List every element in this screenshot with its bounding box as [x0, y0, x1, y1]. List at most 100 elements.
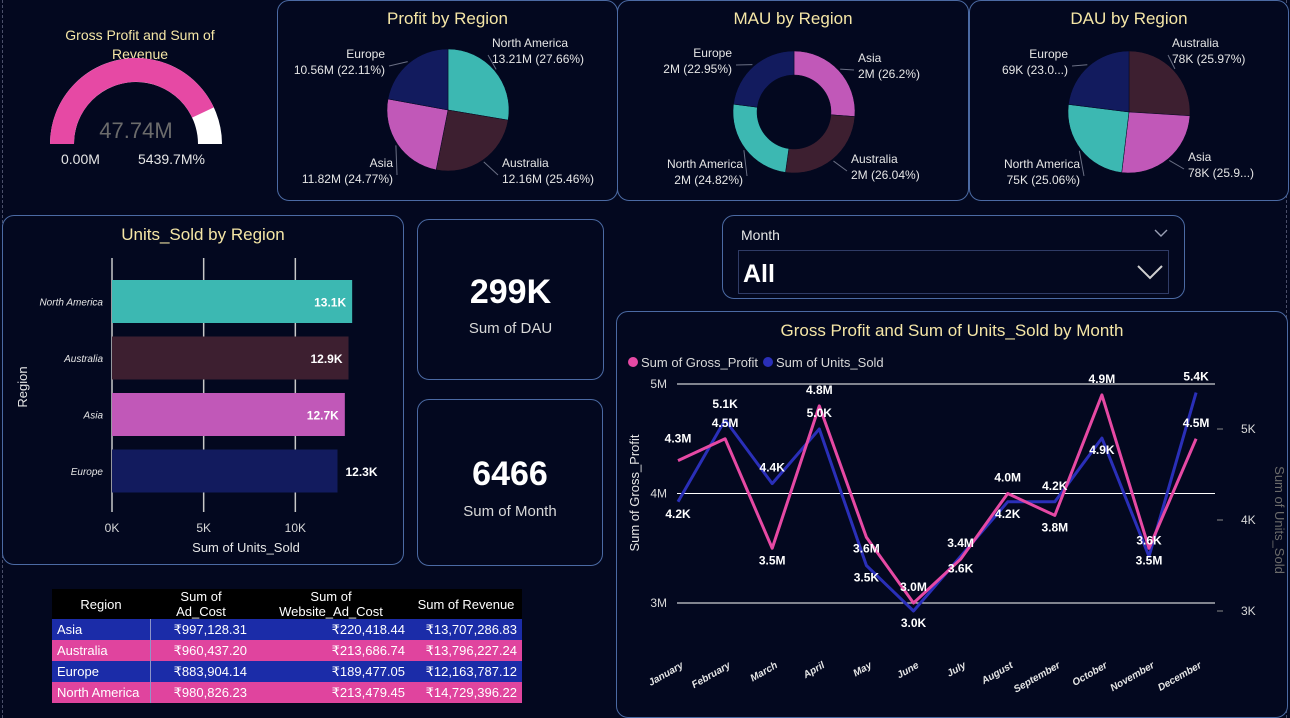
line-left-tick-label: 4M — [650, 487, 667, 501]
pie-slice[interactable] — [733, 50, 795, 108]
bar[interactable] — [112, 449, 338, 493]
line-x-tick-label: November — [1109, 660, 1158, 695]
table-cell-ad-cost: ₹883,904.14 — [173, 663, 247, 679]
line-right-tick-label: 4K — [1241, 513, 1256, 527]
line-x-tick-label: August — [979, 660, 1016, 688]
bar-category-label: Europe — [71, 467, 104, 478]
pie-slice[interactable] — [435, 109, 509, 172]
pie-slice-value-label: 78K (25.97%) — [1172, 52, 1245, 66]
table-cell-website-ad-cost: ₹213,479.45 — [331, 684, 405, 700]
pie-slice[interactable] — [785, 114, 856, 174]
pie-slice-label: Europe — [346, 47, 385, 61]
line-x-tick-label: June — [895, 660, 921, 681]
pie-slice-value-label: 10.56M (22.11%) — [294, 63, 385, 77]
dau-by-region-card[interactable]: DAU by Region Australia 78K (25.97%) Asia 7… — [969, 0, 1289, 201]
pie-leader-line — [1071, 64, 1088, 67]
table-row[interactable]: Asia ₹997,128.31 ₹220,418.44 ₹13,707,286… — [52, 619, 522, 640]
line-data-label: 3.5M — [1136, 553, 1163, 567]
line-data-label: 3.6K — [948, 561, 974, 575]
line-left-axis-title: Sum of Gross_Profit — [627, 434, 642, 551]
gauge-min-label: 0.00M — [61, 151, 100, 167]
pie-slice-value-label: 2M (24.82%) — [674, 173, 743, 187]
gauge-visual[interactable]: Gross Profit and Sum of Revenue 47.74M 0… — [40, 20, 240, 180]
line-series[interactable] — [676, 392, 1198, 613]
pie-slice[interactable] — [387, 48, 449, 111]
line-data-label: 4.0M — [994, 471, 1021, 485]
bar-y-axis-title: Region — [15, 366, 30, 407]
line-data-label: 5.4K — [1183, 370, 1209, 384]
line-data-label: 4.2K — [995, 507, 1021, 521]
line-x-tick-label: September — [1012, 660, 1063, 696]
line-data-label: 4.5M — [712, 416, 739, 430]
line-data-label: 3.0M — [900, 580, 927, 594]
table-cell-revenue: ₹14,729,396.22 — [425, 684, 517, 700]
column-header-revenue[interactable]: Sum of Revenue — [410, 589, 522, 619]
monthly-line-chart-card[interactable]: Gross Profit and Sum of Units_Sold by Mo… — [616, 311, 1288, 718]
pie-slice[interactable] — [1068, 50, 1130, 113]
month-dropdown[interactable]: All — [738, 250, 1169, 294]
table-cell-revenue: ₹13,796,227.24 — [425, 642, 517, 658]
mau-by-region-card[interactable]: MAU by Region Asia 2M (26.2%) Australia 2M … — [617, 0, 969, 201]
line-x-tick-label: January — [647, 660, 686, 689]
bar-x-tick-label: 10K — [285, 521, 306, 535]
pie-leader-line — [833, 160, 848, 172]
line-right-axis-title: Sum of Units_Sold — [1272, 466, 1287, 574]
slicer-collapse-chevron-icon[interactable] — [1154, 228, 1168, 238]
pie-slice-value-label: 2M (26.2%) — [858, 67, 920, 81]
line-left-tick-label: 3M — [650, 596, 667, 610]
bar-value-label: 12.9K — [310, 352, 342, 366]
table-row[interactable]: Australia ₹960,437.20 ₹213,686.74 ₹13,79… — [52, 640, 522, 661]
bar-category-label: Asia — [83, 411, 104, 422]
bar-category-label: Australia — [63, 354, 103, 365]
table-row[interactable]: North America ₹980,826.23 ₹213,479.45 ₹1… — [52, 682, 522, 703]
profit-by-region-card[interactable]: Profit by Region North America 13.21M (27… — [277, 0, 618, 201]
line-data-label: 3.6M — [853, 541, 880, 555]
line-data-label: 4.2K — [1042, 479, 1068, 493]
pie-slice-value-label: 75K (25.06%) — [1007, 173, 1080, 187]
column-header-region[interactable]: Region — [52, 589, 150, 619]
pie-slice-value-label: 78K (25.9...) — [1188, 166, 1254, 180]
line-x-tick-label: July — [945, 660, 968, 680]
kpi-dau-label: Sum of DAU — [468, 320, 553, 337]
month-slicer[interactable]: Month All — [722, 215, 1185, 299]
column-header-ad-cost[interactable]: Sum of Ad_Cost — [150, 589, 252, 619]
chevron-down-icon[interactable] — [1136, 264, 1164, 280]
table-row[interactable]: Europe ₹883,904.14 ₹189,477.05 ₹12,163,7… — [52, 661, 522, 682]
units-sold-card[interactable]: Units_Sold by Region 0K 5K 10K North Americ… — [2, 215, 404, 565]
region-cost-table[interactable]: Region Sum of Ad_Cost Sum of Website_Ad_… — [52, 589, 522, 703]
units-sold-bar-svg: 0K 5K 10K North America 13.1K Australia 12.9K A… — [15, 258, 378, 555]
line-series[interactable] — [677, 393, 1198, 605]
column-header-website-ad-cost[interactable]: Sum of Website_Ad_Cost — [252, 589, 410, 619]
pie-slice-label: Australia — [502, 156, 549, 170]
line-data-label: 5.0K — [807, 406, 833, 420]
bar-value-label: 12.7K — [307, 409, 339, 423]
pie-leader-line — [1169, 159, 1185, 170]
line-data-label: 4.9K — [1089, 443, 1115, 457]
line-data-label: 4.9M — [1089, 372, 1116, 386]
pie-slice[interactable] — [793, 50, 856, 117]
legend-units-sold-label[interactable]: Sum of Units_Sold — [776, 355, 884, 370]
table-cell-revenue: ₹12,163,787.12 — [425, 663, 517, 679]
line-data-label: 3.5M — [759, 553, 786, 567]
line-data-label: 4.5M — [1183, 416, 1210, 430]
line-x-tick-label: October — [1071, 660, 1111, 689]
legend-units-sold-marker — [763, 357, 773, 367]
pie-leader-line — [1078, 150, 1085, 177]
pie-slice-label: North America — [492, 36, 568, 50]
kpi-month-card[interactable]: 6466 Sum of Month — [417, 399, 603, 566]
legend-gross-profit-label[interactable]: Sum of Gross_Profit — [641, 355, 758, 370]
bar-x-axis-title: Sum of Units_Sold — [192, 540, 300, 555]
pie-leader-line — [743, 150, 748, 177]
bar-x-tick-label: 5K — [196, 521, 211, 535]
pie-slice[interactable] — [1121, 111, 1191, 174]
pie-slice-label: Europe — [1029, 47, 1068, 61]
kpi-dau-card[interactable]: 299K Sum of DAU — [417, 219, 604, 380]
line-data-label: 5.1K — [712, 397, 738, 411]
pie-slice-value-label: 2M (26.04%) — [851, 168, 920, 182]
pie-slice-label: Australia — [1172, 36, 1219, 50]
line-x-tick-label: December — [1156, 660, 1204, 694]
line-right-tick-label: 5K — [1241, 422, 1256, 436]
table-cell-region: Asia — [52, 619, 151, 640]
line-data-label: 4.3M — [665, 432, 692, 446]
table-cell-website-ad-cost: ₹189,477.05 — [331, 663, 405, 679]
